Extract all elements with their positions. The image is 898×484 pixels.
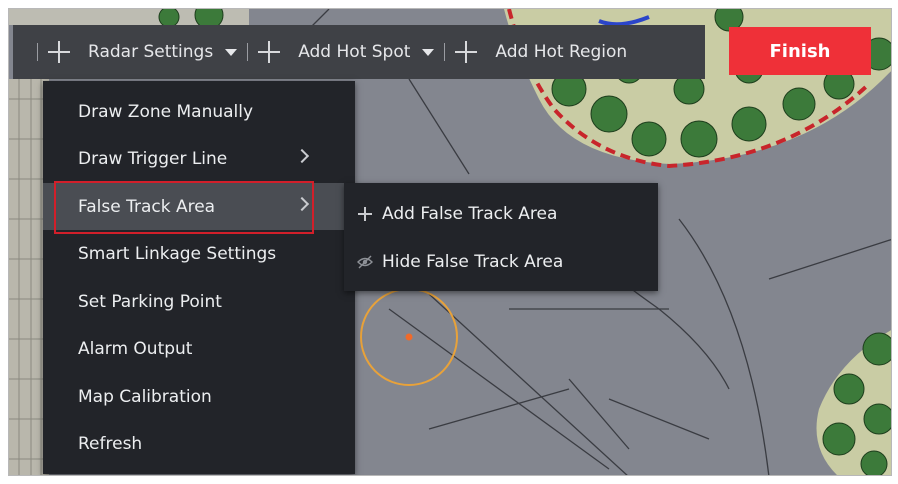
plus-icon: [355, 204, 375, 224]
menu-item-draw-zone-manually[interactable]: Draw Zone Manually: [43, 88, 355, 135]
caret-down-icon: [225, 48, 238, 56]
menu-item-alarm-output[interactable]: Alarm Output: [43, 325, 355, 372]
toolbar-separator: [247, 43, 249, 61]
menu-item-label: Map Calibration: [78, 386, 212, 407]
add-hot-region-label: Add Hot Region: [495, 42, 628, 62]
submenu-item-label: Hide False Track Area: [382, 252, 564, 272]
radar-settings-label: Radar Settings: [88, 42, 214, 62]
menu-item-label: Refresh: [78, 433, 143, 454]
radar-settings-button[interactable]: Radar Settings: [48, 25, 238, 79]
add-hot-spot-button[interactable]: Add Hot Spot: [258, 25, 435, 79]
submenu-item-hide-false-track-area[interactable]: Hide False Track Area: [344, 238, 658, 286]
toolbar-separator: [444, 43, 446, 61]
chevron-right-icon: [294, 148, 310, 164]
add-hot-spot-label: Add Hot Spot: [298, 42, 411, 62]
menu-item-false-track-area[interactable]: False Track Area: [43, 183, 355, 230]
radar-settings-menu: Draw Zone Manually Draw Trigger Line Fal…: [43, 81, 355, 474]
menu-item-smart-linkage-settings[interactable]: Smart Linkage Settings: [43, 230, 355, 277]
toolbar-separator: [37, 43, 38, 61]
menu-item-label: Draw Zone Manually: [78, 101, 254, 122]
menu-item-label: False Track Area: [78, 196, 216, 217]
eye-hidden-icon: [355, 252, 375, 272]
menu-item-label: Draw Trigger Line: [78, 148, 228, 169]
plus-icon: [48, 41, 70, 63]
finish-button[interactable]: Finish: [729, 27, 871, 75]
menu-item-label: Smart Linkage Settings: [78, 243, 277, 264]
menu-item-refresh[interactable]: Refresh: [43, 420, 355, 467]
map-window: Radar Settings Add Hot Spot Add Hot Regi…: [8, 8, 892, 476]
chevron-right-icon: [294, 196, 310, 212]
add-hot-region-button[interactable]: Add Hot Region: [455, 25, 627, 79]
submenu-item-add-false-track-area[interactable]: Add False Track Area: [344, 190, 658, 238]
menu-item-label: Alarm Output: [78, 338, 193, 359]
plus-icon: [455, 41, 478, 63]
caret-down-icon: [422, 48, 435, 56]
menu-item-draw-trigger-line[interactable]: Draw Trigger Line: [43, 135, 355, 182]
menu-item-map-calibration[interactable]: Map Calibration: [43, 373, 355, 420]
menu-item-label: Set Parking Point: [78, 291, 222, 312]
plus-icon: [258, 41, 281, 63]
toolbar: Radar Settings Add Hot Spot Add Hot Regi…: [13, 25, 705, 79]
menu-item-set-parking-point[interactable]: Set Parking Point: [43, 278, 355, 325]
submenu-item-label: Add False Track Area: [382, 204, 558, 224]
false-track-area-submenu: Add False Track Area Hide False Track Ar…: [344, 183, 658, 291]
